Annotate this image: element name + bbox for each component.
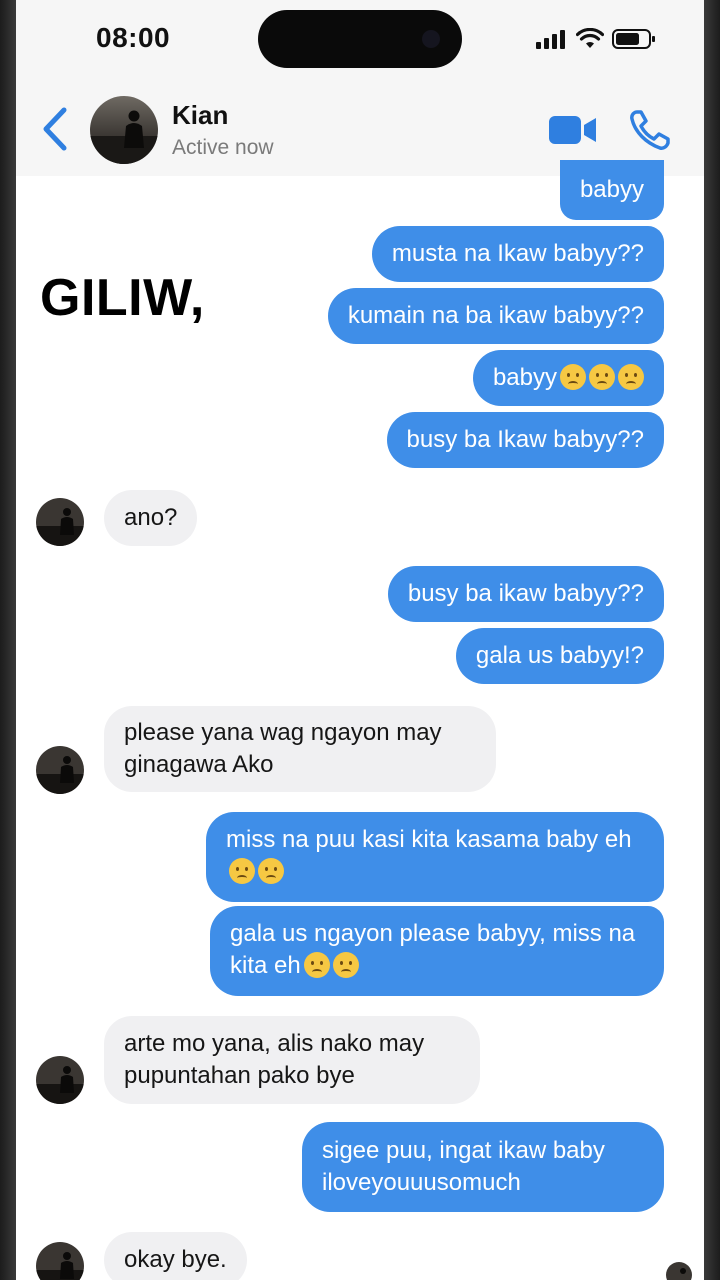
confused-emoji	[258, 857, 284, 884]
battery-icon	[612, 29, 655, 49]
signal-icon	[536, 30, 565, 49]
message-outgoing[interactable]: kumain na ba ikaw babyy??	[327, 288, 664, 344]
message-incoming[interactable]: okay bye.	[104, 1232, 247, 1280]
message-incoming[interactable]: arte mo yana, alis nako may pupuntahan p…	[104, 1016, 480, 1104]
message-outgoing[interactable]: babyy	[472, 350, 664, 406]
phone-call-icon[interactable]	[628, 108, 672, 152]
message-outgoing[interactable]: busy ba Ikaw babyy??	[386, 412, 664, 468]
frowning-emoji	[332, 951, 359, 978]
message-incoming[interactable]: please yana wag ngayon may ginagawa Ako	[104, 706, 496, 792]
sender-avatar[interactable]	[36, 1056, 84, 1104]
overlay-caption: GILIW,	[40, 269, 205, 327]
chat-screen: 08:00 Kian Active now GILIW, babyy musta…	[16, 0, 704, 1280]
confused-emoji	[618, 363, 644, 390]
back-chevron-icon[interactable]	[38, 106, 72, 152]
status-time: 08:00	[96, 22, 171, 53]
contact-name[interactable]: Kian	[172, 100, 228, 131]
sender-avatar[interactable]	[36, 746, 84, 794]
message-outgoing[interactable]: sigee puu, ingat ikaw baby iloveyouuusom…	[302, 1122, 664, 1212]
wifi-icon	[576, 28, 604, 48]
message-outgoing[interactable]: babyy	[559, 160, 664, 220]
message-outgoing[interactable]: gala us ngayon please babyy, miss na kit…	[210, 906, 664, 996]
confused-emoji	[229, 857, 255, 884]
message-incoming[interactable]: ano?	[104, 490, 198, 546]
dynamic-island	[258, 10, 462, 68]
video-call-icon[interactable]	[548, 112, 598, 148]
contact-avatar[interactable]	[90, 96, 158, 164]
message-outgoing[interactable]: busy ba ikaw babyy??	[387, 566, 664, 622]
seen-indicator-avatar	[666, 1262, 692, 1280]
sender-avatar[interactable]	[36, 498, 84, 546]
message-outgoing[interactable]: musta na Ikaw babyy??	[371, 226, 664, 282]
confused-emoji	[560, 363, 586, 390]
sender-avatar[interactable]	[36, 1242, 84, 1280]
confused-emoji	[303, 951, 330, 978]
frowning-emoji	[589, 363, 615, 390]
active-status: Active now	[172, 136, 274, 159]
message-outgoing[interactable]: gala us babyy!?	[455, 628, 664, 684]
chat-header: 08:00 Kian Active now	[16, 0, 704, 176]
message-outgoing[interactable]: miss na puu kasi kita kasama baby eh	[206, 812, 664, 902]
status-icons	[536, 26, 656, 52]
